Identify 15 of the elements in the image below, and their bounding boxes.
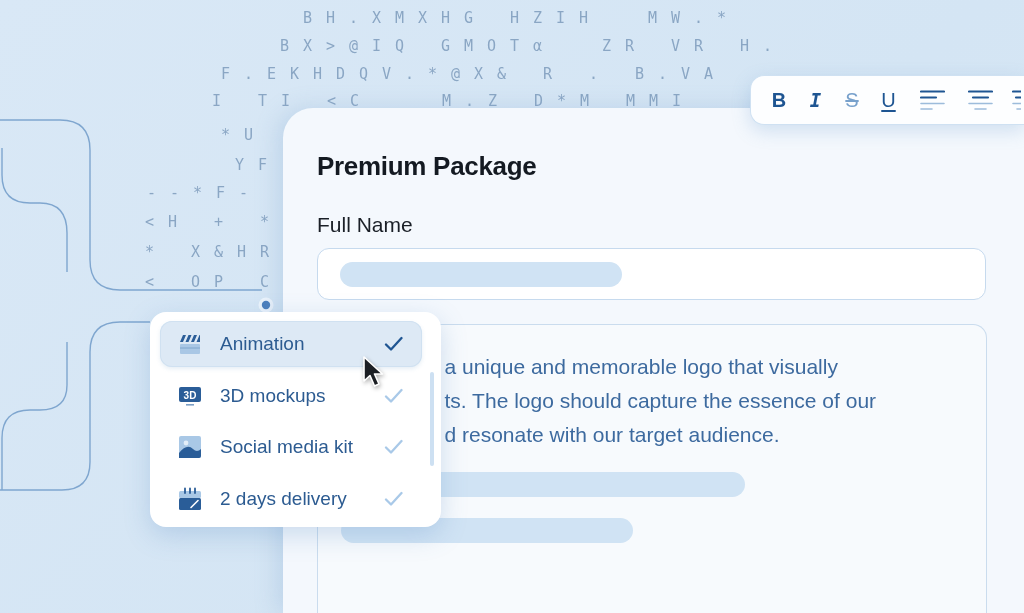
background-glyphs: < H + *	[145, 215, 272, 229]
description-text: ts. The logo should capture the essence of our	[444, 388, 877, 414]
background-glyphs: < O P C	[145, 275, 272, 289]
field-label: Full Name	[317, 212, 413, 238]
background-glyphs: Y F	[235, 158, 270, 172]
form-title: Premium Package	[317, 150, 537, 182]
background-glyphs: F . E K H D Q V . * @ X & R . B . V A	[221, 67, 716, 81]
background-glyphs: I T I < C M . Z D * M M M I	[212, 94, 684, 108]
background-glyphs: B X > @ I Q G M O T α Z R V R H .	[280, 39, 775, 53]
background-glyphs: * X & H R	[145, 245, 272, 259]
background-glyphs: B H . X M X H G H Z I H M W . *	[303, 11, 729, 25]
background-glyphs: - - * F -	[147, 186, 251, 200]
background-glyphs: * U	[221, 128, 256, 142]
description-text: d resonate with our target audience.	[444, 422, 780, 448]
description-text: a unique and memorable logo that visually	[444, 354, 838, 380]
